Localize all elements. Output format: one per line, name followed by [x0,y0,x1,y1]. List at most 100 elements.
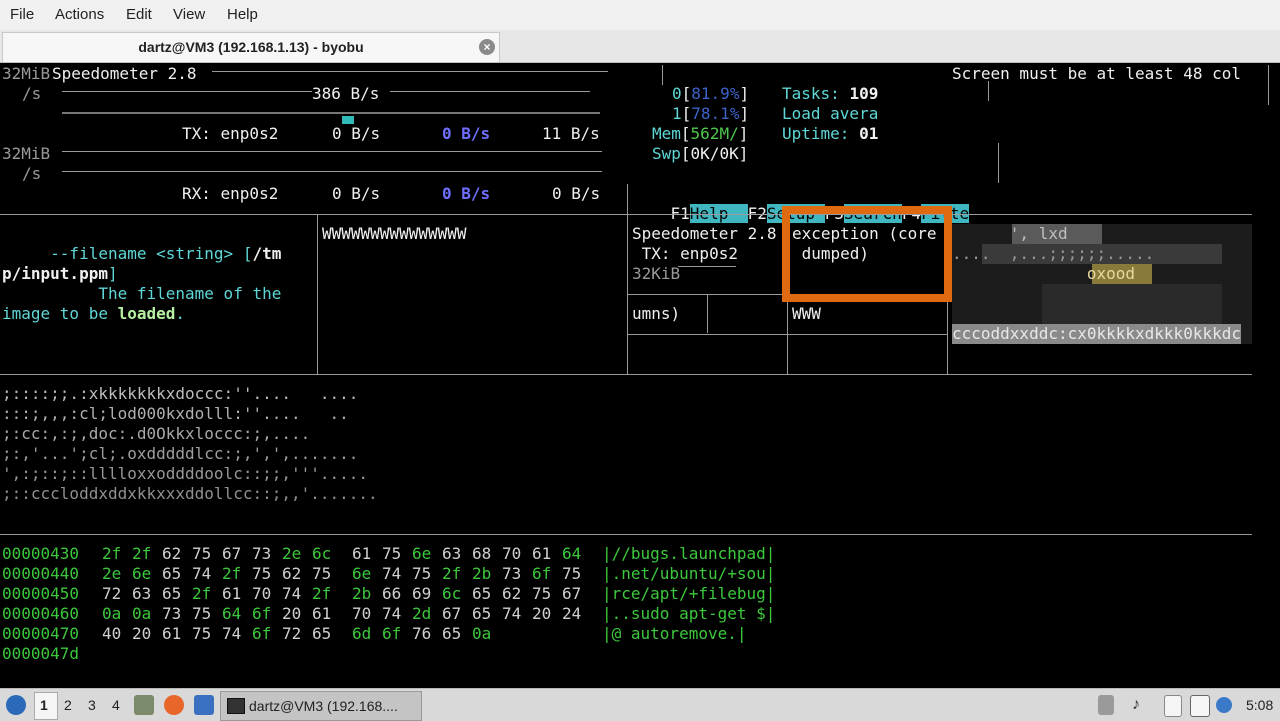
menu-view[interactable]: View [173,6,205,23]
ascii-image-small: ', lxd .... ,...;;;;;;..... oxood cccodd… [952,224,1252,344]
speedometer-ylabel-top-unit: /s [22,84,42,103]
speedometer-low-line [62,171,602,172]
ascii-art-row-4: ;:,'...';cl;.oxdddddlcc:;,',',....... [2,444,359,463]
desktop-icon[interactable] [194,695,214,715]
workspace-4[interactable]: 4 [112,697,120,713]
hex-byte: 2d [412,604,432,623]
speedometer-tx-label: TX: enp0s2 [182,124,279,143]
hex-byte: 0a [102,604,122,623]
hex-byte: 67 [222,544,242,563]
hex-byte: 6f [382,624,402,643]
hex-byte: 40 [102,624,122,643]
hex-byte: 67 [442,604,462,623]
menu-file[interactable]: File [10,6,34,23]
hex-byte: 65 [162,584,182,603]
workspace-1[interactable]: 1 [40,697,48,713]
hex-byte: 62 [162,544,182,563]
hex-byte: 6e [412,544,432,563]
pane-border [0,214,1252,215]
firefox-icon[interactable] [164,695,184,715]
hex-byte: 70 [352,604,372,623]
speedometer-rx-value-a: 0 B/s [332,184,381,203]
hex-byte: 6e [352,564,372,583]
hex-byte: 75 [192,544,212,563]
pane-border [0,374,1252,375]
tasks-meter: Tasks: 109 [782,84,879,103]
clipboard-icon[interactable] [1164,695,1182,717]
divider [662,65,663,85]
tab-title: dartz@VM3 (192.168.1.13) - byobu [138,39,364,55]
ascii-block [1042,284,1222,324]
hex-byte: 6f [252,604,272,623]
hex-byte: 65 [312,624,332,643]
file-manager-icon[interactable] [134,695,154,715]
hex-byte: 68 [472,544,492,563]
hex-byte: 20 [282,604,302,623]
hex-byte: 20 [132,624,152,643]
workspace-2[interactable]: 2 [64,697,72,713]
tab-bar: dartz@VM3 (192.168.1.13) - byobu × [0,30,1280,63]
hex-byte: 74 [222,624,242,643]
hex-byte: 75 [192,624,212,643]
notification-icon[interactable] [1216,697,1232,713]
hex-byte: 72 [102,584,122,603]
hex-byte: 75 [412,564,432,583]
taskbar-window-title: dartz@VM3 (192.168.... [249,698,398,714]
cpu0-meter: 0[81.9%] [672,84,750,103]
terminal-area[interactable]: 32MiB Speedometer 2.8 /s 386 B/s TX: enp… [0,63,1280,685]
hex-byte: 69 [412,584,432,603]
ascii-art-row-1: ;::::;;.:xkkkkkkkxdoccc:''.... .... [2,384,359,403]
menu-edit[interactable]: Edit [126,6,152,23]
pane-border [627,184,628,374]
hex-byte: 74 [382,604,402,623]
uptime-meter: Uptime: 01 [782,124,879,143]
volume-icon[interactable]: ♪ [1126,695,1146,715]
load-meter: Load avera [782,104,879,123]
hex-byte: 67 [562,584,582,603]
speedometer-rate: 386 B/s [312,84,380,103]
ascii-art-row-3: ;:cc:,:;,doc:.d0Okkxloccc:;,.... [2,424,311,443]
screen-warning: Screen must be at least 48 col [952,64,1241,83]
hex-byte: 62 [502,584,522,603]
terminal-tab[interactable]: dartz@VM3 (192.168.1.13) - byobu × [2,32,500,62]
ascii-art-row-6: ;::cccloddxddxkkxxxddollcc::;,,'....... [2,484,378,503]
start-menu-icon[interactable] [6,695,26,715]
help-line-4: image to be loaded. [2,304,186,323]
taskbar-window-button[interactable]: dartz@VM3 (192.168.... [220,691,422,721]
menu-bar: File Actions Edit View Help [0,0,1280,30]
close-icon[interactable]: × [479,39,495,55]
hex-byte: 66 [382,584,402,603]
hex-byte: 64 [222,604,242,623]
hex-byte: 75 [532,584,552,603]
workspace-3[interactable]: 3 [88,697,96,713]
menu-actions[interactable]: Actions [55,6,104,23]
hex-byte: 2e [102,564,122,583]
hex-byte: 65 [162,564,182,583]
ascii-small-row-4: cccoddxxddc:cx0kkkkxdkkk0kkkdc [952,324,1241,344]
divider [988,81,989,101]
hex-byte: 24 [562,604,582,623]
hex-byte: 6f [532,564,552,583]
hex-byte: 64 [562,544,582,563]
highlight-box [782,206,952,302]
hex-byte: 70 [502,544,522,563]
speedometer-ylabel-top: 32MiB [2,64,51,83]
help-line-2: p/input.ppm] [2,264,118,283]
hex-byte: 63 [132,584,152,603]
speedometer-tx-value-b: 0 B/s [442,124,491,143]
hex-byte: 2f [222,564,242,583]
www-text: WWW [792,304,821,323]
speedometer-title: Speedometer 2.8 [52,64,197,83]
hex-byte: 2f [102,544,122,563]
menu-help[interactable]: Help [227,6,258,23]
hex-byte: 62 [282,564,302,583]
hex-byte: 63 [442,544,462,563]
taskbar: 1 2 3 4 dartz@VM3 (192.168.... ♪ 5:08 [0,688,1280,721]
hex-byte: 2f [312,584,332,603]
hex-byte: 0a [472,624,492,643]
hex-byte: 73 [502,564,522,583]
hex-byte: 2f [132,544,152,563]
network-icon[interactable] [1190,695,1210,717]
eject-icon[interactable] [1098,695,1114,715]
hex-byte: 73 [252,544,272,563]
